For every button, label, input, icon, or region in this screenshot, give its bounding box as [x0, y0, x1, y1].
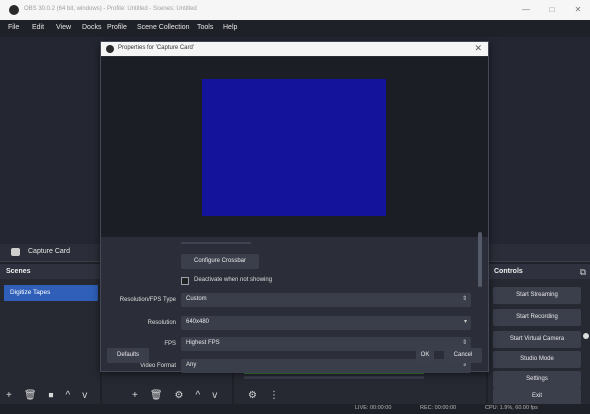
resolution-fps-type-select[interactable]: Custom ⇕ [181, 293, 471, 307]
start-recording-button[interactable]: Start Recording [493, 309, 581, 326]
menu-docks[interactable]: Docks [82, 24, 101, 31]
fps-value: Highest FPS [186, 340, 220, 346]
selected-source-label: Capture Card [28, 248, 71, 255]
virtual-camera-settings-icon[interactable] [583, 333, 589, 339]
menu-bar: File Edit View Docks Profile Scene Colle… [0, 20, 590, 37]
exit-button[interactable]: Exit [493, 388, 581, 405]
deactivate-checkbox[interactable] [181, 277, 189, 285]
settings-button[interactable]: Settings [493, 371, 581, 388]
camera-icon [11, 248, 20, 256]
controls-dock: Controls ⧉ Start Streaming Start Recordi… [488, 264, 590, 414]
properties-scrollbar[interactable] [478, 232, 482, 287]
cancel-button[interactable]: Cancel [444, 348, 482, 363]
scenes-header: Scenes [0, 264, 100, 279]
capture-card-preview [202, 79, 386, 216]
move-source-down-icon[interactable]: v [212, 390, 217, 401]
move-scene-down-icon[interactable]: v [82, 390, 87, 401]
video-format-label: Video Format [140, 363, 176, 369]
deactivate-label: Deactivate when not showing [194, 277, 273, 283]
maximize-button[interactable]: □ [546, 4, 558, 16]
menu-view[interactable]: View [56, 24, 71, 31]
chevron-down-icon: ▾ [463, 319, 467, 325]
menu-tools[interactable]: Tools [197, 24, 213, 31]
scenes-dock: Scenes Digitize Tapes + 🗑 ⏹ ^ v [0, 264, 100, 414]
source-properties-icon[interactable]: ⚙ [175, 390, 184, 401]
move-scene-up-icon[interactable]: ^ [66, 390, 71, 401]
controls-header: Controls [488, 264, 590, 279]
menu-file[interactable]: File [8, 24, 19, 31]
window-titlebar: OBS 30.0.2 (64 bit, windows) - Profile: … [0, 0, 590, 20]
mixer-settings-icon[interactable]: ⚙ [248, 390, 257, 401]
mixer-menu-icon[interactable]: ⋮ [269, 390, 279, 401]
dialog-close-icon[interactable]: ✕ [474, 43, 482, 54]
window-title: OBS 30.0.2 (64 bit, windows) - Profile: … [24, 6, 197, 12]
fps-label: FPS [164, 341, 176, 347]
status-bar: LIVE: 00:00:00 REC: 00:00:00 CPU: 1.9%, … [0, 404, 590, 414]
scene-filters-icon[interactable]: ⏹ [49, 390, 54, 401]
obs-logo-icon [106, 45, 114, 53]
section-divider [181, 242, 251, 244]
dialog-titlebar: Properties for 'Capture Card' ✕ [101, 42, 488, 56]
resolution-select[interactable]: 640x480 ▾ [181, 316, 471, 330]
properties-dialog: Properties for 'Capture Card' ✕ Configur… [100, 41, 489, 373]
minimize-button[interactable]: — [520, 4, 532, 16]
resolution-fps-type-label: Resolution/FPS Type [119, 297, 176, 303]
menu-scene-collection[interactable]: Scene Collection [137, 24, 190, 31]
add-scene-icon[interactable]: + [6, 390, 12, 401]
menu-profile[interactable]: Profile [107, 24, 127, 31]
volume-slider[interactable] [244, 376, 424, 379]
source-preview [101, 57, 488, 237]
menu-edit[interactable]: Edit [32, 24, 44, 31]
start-streaming-button[interactable]: Start Streaming [493, 287, 581, 304]
menu-help[interactable]: Help [223, 24, 237, 31]
chevron-updown-icon: ⇕ [461, 340, 467, 346]
live-status: LIVE: 00:00:00 [355, 405, 392, 411]
cpu-status: CPU: 1.9%, 60.00 fps [485, 405, 538, 411]
studio-mode-button[interactable]: Studio Mode [493, 351, 581, 368]
resolution-label: Resolution [147, 320, 176, 326]
rec-status: REC: 00:00:00 [420, 405, 457, 411]
resolution-value: 640x480 [186, 319, 210, 325]
move-source-up-icon[interactable]: ^ [196, 390, 201, 401]
add-source-icon[interactable]: + [132, 390, 138, 401]
resolution-fps-type-value: Custom [186, 296, 207, 302]
video-format-value: Any [186, 362, 197, 368]
dock-undock-icon[interactable]: ⧉ [580, 267, 586, 278]
properties-list[interactable]: Configure Crossbar Deactivate when not s… [101, 237, 488, 373]
configure-crossbar-button[interactable]: Configure Crossbar [181, 254, 259, 269]
obs-logo-icon [9, 5, 19, 15]
remove-scene-icon[interactable]: 🗑 [24, 390, 37, 401]
dialog-title: Properties for 'Capture Card' [118, 45, 194, 51]
close-button[interactable]: ✕ [572, 4, 584, 16]
ok-button[interactable]: OK [416, 348, 434, 363]
defaults-button[interactable]: Defaults [107, 348, 149, 363]
scene-item[interactable]: Digitize Tapes [4, 285, 98, 301]
chevron-updown-icon: ⇕ [461, 296, 467, 302]
remove-source-icon[interactable]: 🗑 [150, 390, 163, 401]
start-virtual-camera-button[interactable]: Start Virtual Camera [493, 331, 581, 348]
